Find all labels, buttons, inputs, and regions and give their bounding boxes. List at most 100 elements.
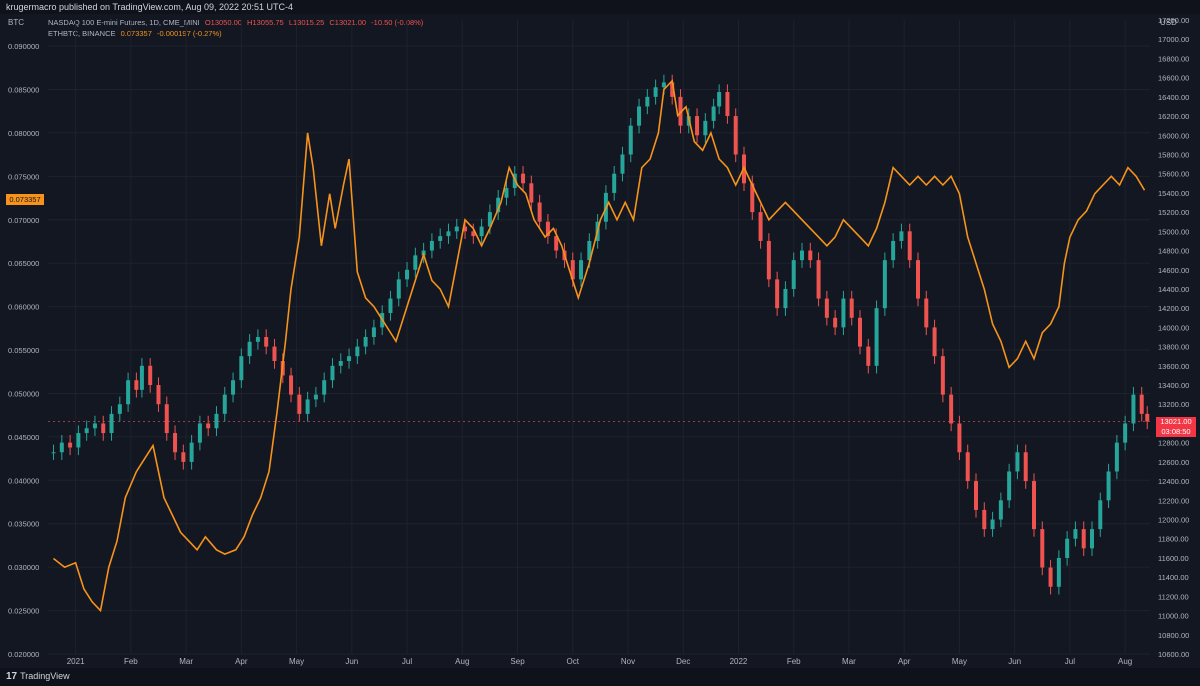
publisher-bar: krugermacro published on TradingView.com… [0,0,1200,14]
candle-body [84,428,89,434]
left-axis-tick: 0.030000 [8,563,39,572]
candle-body [1032,481,1036,530]
left-axis-tick: 0.065000 [8,259,39,268]
candle-body [206,423,211,429]
candle-body [504,188,509,198]
right-axis-tick: 12600.00 [1158,458,1189,467]
candle-body [841,298,846,328]
candle-body [1139,394,1144,414]
candle-body [101,423,106,434]
candle-body [338,361,343,366]
right-axis-tick: 13600.00 [1158,362,1189,371]
right-axis-tick: 16800.00 [1158,54,1189,63]
candle-body [164,404,169,434]
candle-body [454,226,459,232]
candle-body [957,423,962,453]
right-axis-tick: 16000.00 [1158,131,1189,140]
x-axis-tick: Sep [510,657,525,666]
candle-body [413,255,418,270]
x-axis-tick: 2022 [730,657,748,666]
candle-body [645,96,650,107]
candle-body [117,404,122,414]
candle-body [1073,529,1078,539]
chart-area[interactable]: 0.090000 0.085000 0.080000 0.075000 0.070000… [0,14,1200,668]
left-axis-tick: 0.055000 [8,346,39,355]
candle-body [239,356,244,381]
x-axis-tick: Jun [345,657,358,666]
left-axis-tick: 0.075000 [8,172,39,181]
candle-body [717,92,722,107]
candle-body [388,298,393,313]
candle-body [231,380,236,395]
candle-body [725,92,730,117]
candle-body [849,298,854,318]
left-axis-tick: 0.080000 [8,129,39,138]
candle-body [1007,471,1012,501]
candle-body [529,183,534,203]
right-axis-tick: 12200.00 [1158,496,1189,505]
x-axis-tick: Apr [235,657,248,666]
left-axis-tick: 0.085000 [8,85,39,94]
candle-body [363,337,368,347]
right-axis-tick: 15800.00 [1158,150,1189,159]
candle-body [322,380,327,395]
candle-body [181,452,186,462]
right-axis-tick: 16400.00 [1158,93,1189,102]
candle-body [874,308,879,366]
candle-body [907,231,912,261]
right-axis-tick: 17200.00 [1158,16,1189,25]
candle-body [800,250,804,261]
x-axis-tick: Feb [124,657,138,666]
candle-body [924,298,929,328]
candle-body [974,481,978,510]
candle-body [1090,529,1094,549]
candle-body [1056,557,1061,587]
right-axis-tick: 13800.00 [1158,343,1189,352]
left-axis-tick: 0.090000 [8,42,39,51]
candle-body [824,298,829,318]
footer-bar: 17 TradingView [0,668,1200,686]
candle-body [1048,567,1053,587]
x-axis-tick: 2021 [67,657,85,666]
candle-body [791,260,796,289]
tradingview-logo[interactable]: 17 TradingView [6,671,70,682]
candle-body [982,509,987,530]
candle-body [695,116,700,136]
right-axis-tick: 15000.00 [1158,227,1189,236]
candle-body [816,260,821,299]
x-axis-tick: May [952,657,967,666]
candle-body [1145,413,1150,422]
candle-body [1065,538,1070,558]
ethbtc-last-value-tag: 0.073357 [6,194,44,205]
left-axis-tick: 0.060000 [8,303,39,312]
right-axis-tick: 16600.00 [1158,74,1189,83]
price-chart[interactable]: 0.090000 0.085000 0.080000 0.075000 0.070000… [0,14,1200,668]
right-axis-tick: 16200.00 [1158,112,1189,121]
right-axis-tick: 14000.00 [1158,323,1189,332]
x-axis-tick: Aug [455,657,469,666]
candle-body [628,125,633,155]
candle-body [313,394,318,400]
candle-body [1106,471,1111,501]
candle-body [1015,452,1020,472]
candle-body [156,385,161,405]
right-axis-tick: 11600.00 [1158,554,1189,563]
candle-body [808,250,813,261]
candle-body [579,260,584,280]
right-axis-tick: 12800.00 [1158,439,1189,448]
candle-body [305,399,310,414]
candle-body [68,442,73,448]
right-axis-tick: 14800.00 [1158,247,1189,256]
candle-body [197,423,202,443]
candle-body [479,226,484,237]
candle-body [134,380,139,390]
candle-body [637,106,642,126]
left-axis-tick: 0.025000 [8,607,39,616]
candle-body [521,173,526,184]
candle-body [916,260,920,299]
candle-body [355,346,360,357]
candle-body [612,173,617,193]
candle-body [429,240,434,251]
x-axis-tick: Apr [898,657,911,666]
candle-body [255,337,260,342]
